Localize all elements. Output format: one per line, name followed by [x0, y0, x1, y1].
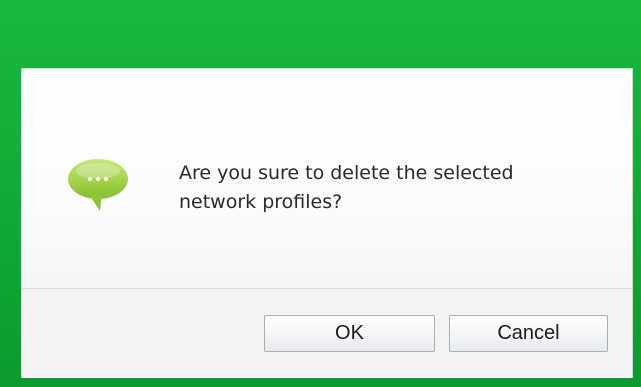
ok-button[interactable]: OK: [264, 315, 435, 352]
cancel-button[interactable]: Cancel: [449, 315, 608, 352]
dialog-footer: OK Cancel: [22, 289, 632, 378]
confirm-delete-dialog: Are you sure to delete the selected netw…: [21, 68, 633, 378]
dialog-message: Are you sure to delete the selected netw…: [179, 162, 514, 213]
speech-bubble-icon: [68, 159, 128, 211]
dialog-body: Are you sure to delete the selected netw…: [22, 69, 632, 288]
